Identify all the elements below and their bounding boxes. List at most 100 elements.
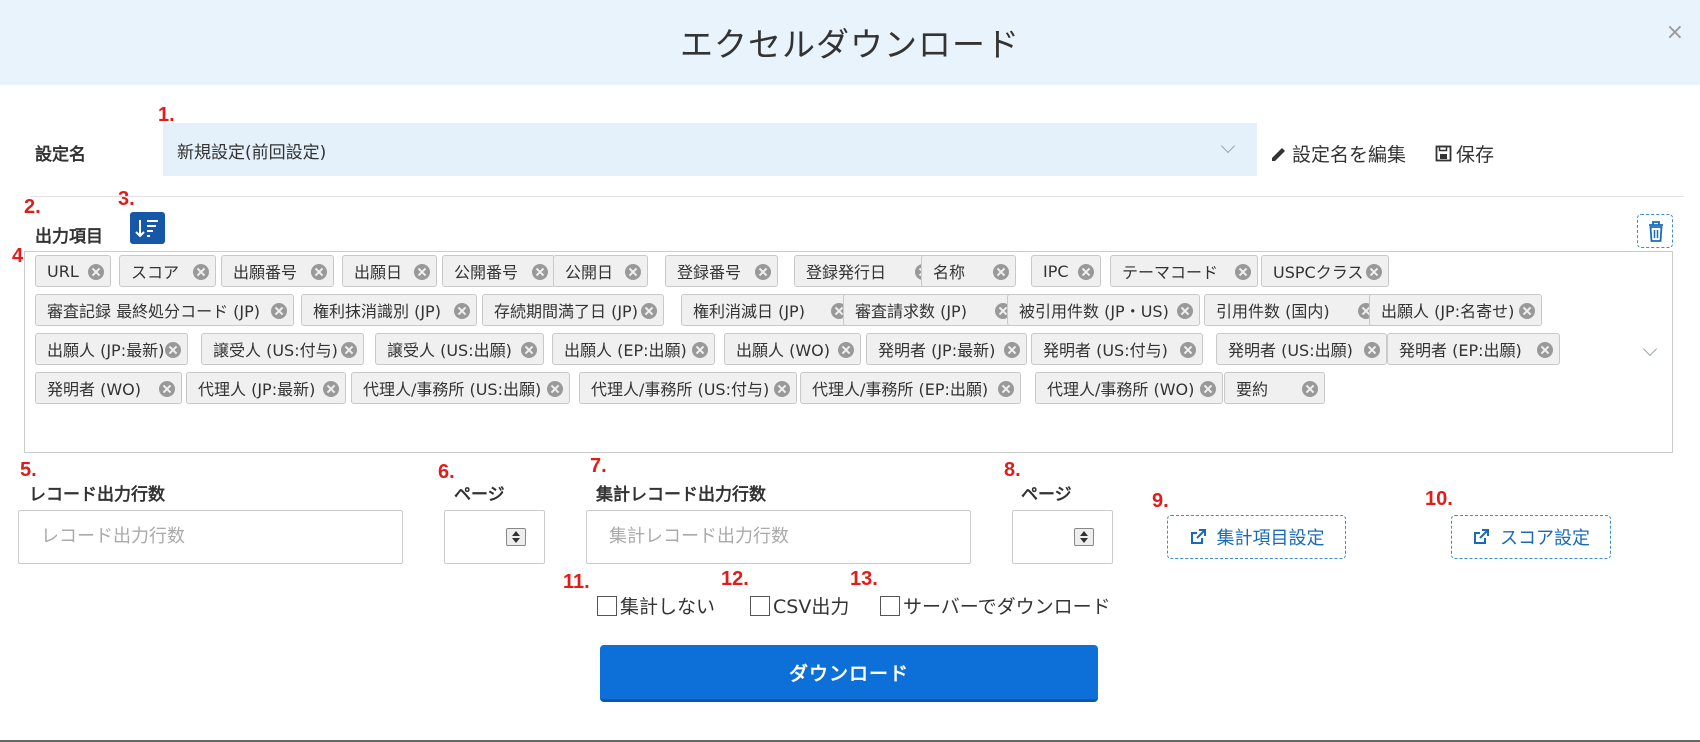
checkbox-box[interactable] [597, 595, 617, 616]
tag-label: 譲受人 (US:付与) [213, 341, 338, 360]
remove-tag-icon[interactable] [532, 264, 548, 280]
remove-tag-icon[interactable] [1519, 303, 1535, 319]
record-rows-input[interactable]: レコード出力行数 [18, 510, 403, 564]
clear-all-button[interactable] [1637, 214, 1673, 248]
remove-tag-icon[interactable] [193, 264, 209, 280]
output-item-tag: 権利消滅日 (JP) [681, 294, 854, 326]
remove-tag-icon[interactable] [692, 342, 708, 358]
output-item-tag: 譲受人 (US:出願) [375, 333, 544, 365]
output-item-tag: 審査請求数 (JP) [843, 294, 1018, 326]
save-button[interactable]: 保存 [1435, 140, 1494, 167]
external-link-icon [1190, 529, 1206, 544]
remove-tag-icon[interactable] [271, 303, 287, 319]
output-items-label: 出力項目 [35, 227, 103, 247]
tag-label: 出願人 (JP:名寄せ) [1381, 302, 1515, 321]
chevron-down-icon[interactable] [1642, 341, 1658, 357]
tag-label: 被引用件数 (JP・US) [1019, 302, 1169, 321]
edit-setting-name-label: 設定名を編集 [1292, 144, 1407, 166]
remove-tag-icon[interactable] [1235, 264, 1251, 280]
record-rows-label: レコード出力行数 [29, 485, 165, 505]
tag-label: 登録番号 [677, 263, 742, 282]
marker-10: 10. [1425, 488, 1453, 510]
remove-tag-icon[interactable] [993, 264, 1009, 280]
page-label-1: ページ [454, 485, 505, 505]
checkbox-csv-output[interactable]: CSV出力 [750, 592, 849, 619]
remove-tag-icon[interactable] [1004, 342, 1020, 358]
output-item-tag: 代理人 (JP:最新) [186, 372, 346, 404]
output-item-tag: 出願人 (EP:出願) [552, 333, 715, 365]
remove-tag-icon[interactable] [1177, 303, 1193, 319]
remove-tag-icon[interactable] [165, 342, 181, 358]
remove-tag-icon[interactable] [755, 264, 771, 280]
tag-label: 存続期間満了日 (JP) [494, 302, 638, 321]
checkbox-box[interactable] [750, 595, 770, 616]
output-item-tag: 出願人 (JP:名寄せ) [1369, 294, 1542, 326]
checkbox-server-download[interactable]: サーバーでダウンロード [880, 592, 1111, 619]
remove-tag-icon[interactable] [88, 264, 104, 280]
tag-label: 出願日 [354, 263, 403, 282]
page-input-2[interactable] [1012, 510, 1113, 564]
remove-tag-icon[interactable] [311, 264, 327, 280]
marker-7: 7. [590, 455, 607, 477]
tag-label: 権利抹消識別 (JP) [313, 302, 441, 321]
checkbox-label: サーバーでダウンロード [903, 596, 1111, 618]
tag-label: URL [47, 261, 79, 281]
remove-tag-icon[interactable] [641, 303, 657, 319]
remove-tag-icon[interactable] [1537, 342, 1553, 358]
output-item-tag: 発明者 (JP:最新) [866, 333, 1027, 365]
remove-tag-icon[interactable] [1200, 381, 1216, 397]
remove-tag-icon[interactable] [341, 342, 357, 358]
output-item-tag: 出願番号 [221, 255, 334, 287]
spinner-icon[interactable] [1074, 528, 1094, 546]
agg-rows-label: 集計レコード出力行数 [596, 485, 766, 505]
remove-tag-icon[interactable] [1366, 264, 1382, 280]
output-item-tag: 代理人/事務所 (WO) [1035, 372, 1223, 404]
score-settings-label: スコア設定 [1500, 528, 1590, 549]
remove-tag-icon[interactable] [1180, 342, 1196, 358]
tag-label: 審査記録 最終処分コード (JP) [47, 302, 261, 321]
sort-button[interactable] [130, 212, 165, 244]
dialog-title: エクセルダウンロード [680, 25, 1020, 64]
checkbox-box[interactable] [880, 595, 900, 616]
remove-tag-icon[interactable] [414, 264, 430, 280]
remove-tag-icon[interactable] [1364, 342, 1380, 358]
setting-name-select[interactable]: 新規設定(前回設定) [163, 123, 1257, 176]
output-item-tag: 代理人/事務所 (EP:出願) [800, 372, 1021, 404]
tag-label: 出願人 (JP:最新) [47, 341, 165, 360]
page-input-1[interactable] [444, 510, 545, 564]
remove-tag-icon[interactable] [774, 381, 790, 397]
remove-tag-icon[interactable] [323, 381, 339, 397]
output-item-tag: 発明者 (US:付与) [1031, 333, 1203, 365]
close-icon[interactable]: × [1666, 20, 1684, 45]
tag-label: 譲受人 (US:出願) [387, 341, 512, 360]
tag-label: 審査請求数 (JP) [855, 302, 967, 321]
remove-tag-icon[interactable] [838, 342, 854, 358]
remove-tag-icon[interactable] [1302, 381, 1318, 397]
sort-icon [135, 220, 158, 238]
spinner-icon[interactable] [506, 528, 526, 546]
remove-tag-icon[interactable] [625, 264, 641, 280]
tag-label: 名称 [933, 263, 966, 282]
tag-label: 代理人/事務所 (US:付与) [591, 380, 770, 399]
output-item-tag: 出願人 (JP:最新) [35, 333, 188, 365]
checkbox-label: 集計しない [620, 596, 716, 618]
save-label: 保存 [1456, 144, 1495, 166]
remove-tag-icon[interactable] [521, 342, 537, 358]
output-items-field[interactable]: URL スコア 出願番号 出願日 公開番号 公開日 登録番号 登録発行日 名称 IPC テーマコード… [24, 251, 1673, 453]
output-item-tag: 要約 [1224, 372, 1325, 404]
remove-tag-icon[interactable] [454, 303, 470, 319]
remove-tag-icon[interactable] [998, 381, 1014, 397]
remove-tag-icon[interactable] [547, 381, 563, 397]
checkbox-no-aggregate[interactable]: 集計しない [597, 592, 715, 619]
edit-setting-name-button[interactable]: 設定名を編集 [1270, 140, 1406, 167]
marker-2: 2. [24, 196, 41, 218]
download-button[interactable]: ダウンロード [600, 645, 1098, 702]
agg-item-settings-button[interactable]: 集計項目設定 [1167, 515, 1346, 559]
remove-tag-icon[interactable] [1078, 264, 1094, 280]
output-item-tag: 登録発行日 [794, 255, 938, 287]
tag-label: 出願番号 [233, 263, 298, 282]
agg-rows-input[interactable]: 集計レコード出力行数 [586, 510, 971, 564]
remove-tag-icon[interactable] [159, 381, 175, 397]
score-settings-button[interactable]: スコア設定 [1451, 515, 1611, 559]
tag-label: 登録発行日 [806, 263, 887, 282]
